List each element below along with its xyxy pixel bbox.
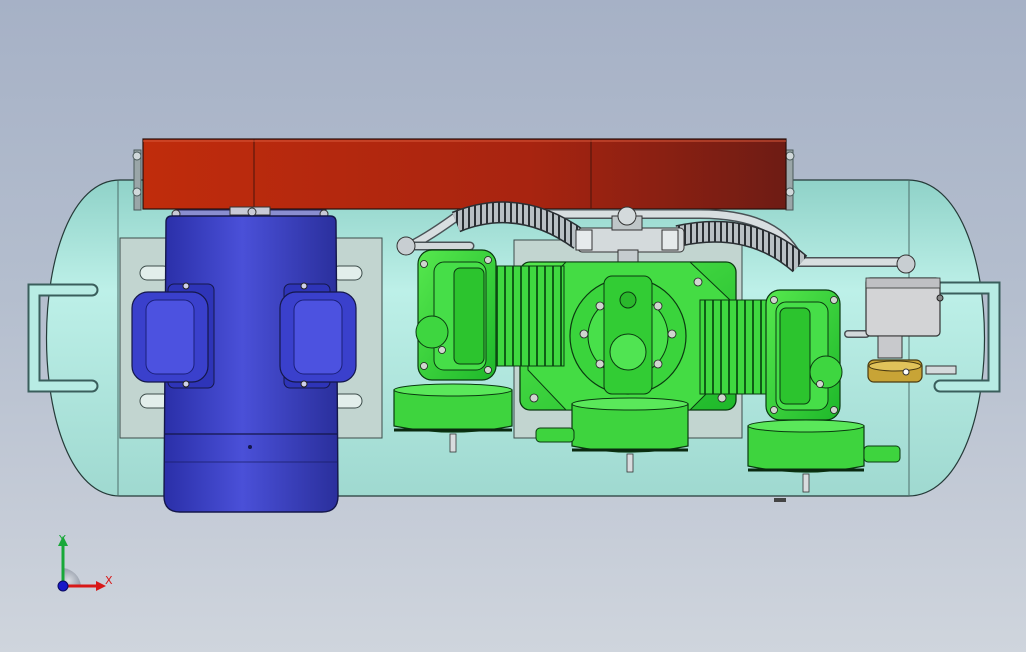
compressor-model[interactable]	[0, 0, 1026, 652]
belt-guard[interactable]	[142, 138, 787, 210]
cad-viewport[interactable]: Y X	[0, 0, 1026, 652]
x-axis-label: X	[105, 574, 113, 587]
y-axis-label: Y	[59, 533, 66, 546]
drain-plug	[774, 498, 786, 502]
z-axis-origin-icon	[57, 580, 69, 592]
coordinate-triad[interactable]: Y X	[48, 528, 118, 598]
electric-motor[interactable]	[131, 206, 357, 513]
pipe-elbow-left	[396, 236, 416, 256]
pipe-elbow-right	[896, 254, 916, 274]
